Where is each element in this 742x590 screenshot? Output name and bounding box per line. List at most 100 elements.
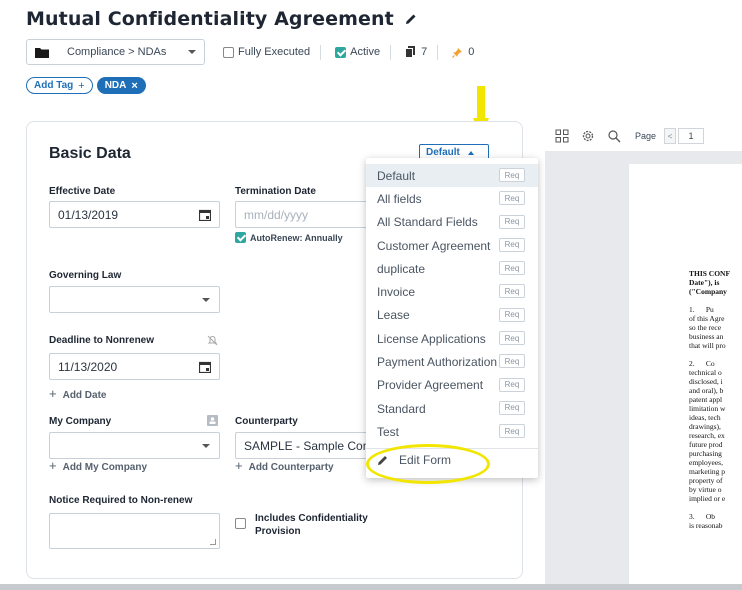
pin-icon	[452, 47, 463, 58]
form-option[interactable]: Provider Agreement Req	[366, 374, 538, 397]
effective-date-label: Effective Date	[49, 186, 116, 197]
form-option[interactable]: duplicate Req	[366, 257, 538, 280]
notice-textarea[interactable]	[49, 513, 220, 549]
termination-date-input[interactable]: mm/dd/yyyy	[235, 201, 375, 228]
autorenew-toggle[interactable]: AutoRenew: Annually	[235, 232, 343, 243]
confidentiality-toggle[interactable]: Includes Confidentiality Provision	[235, 512, 368, 538]
chevron-up-icon	[467, 150, 474, 155]
add-date-label: Add Date	[62, 390, 107, 401]
autorenew-checkbox[interactable]	[235, 232, 246, 243]
req-toggle[interactable]: Req	[499, 214, 525, 229]
document-line: research, ex	[689, 431, 725, 440]
add-my-company-button[interactable]: + Add My Company	[49, 458, 147, 473]
form-option[interactable]: Invoice Req	[366, 280, 538, 303]
document-line: property of	[689, 476, 723, 485]
document-line: purchasing	[689, 449, 722, 458]
deadline-value: 11/13/2020	[58, 359, 118, 374]
form-option[interactable]: Standard Req	[366, 397, 538, 420]
form-option[interactable]: License Applications Req	[366, 327, 538, 350]
deadline-label: Deadline to Nonrenew	[49, 335, 155, 346]
tag-label: NDA	[104, 80, 127, 91]
req-toggle[interactable]: Req	[499, 168, 525, 182]
fully-executed-toggle[interactable]: Fully Executed	[223, 46, 310, 58]
req-toggle[interactable]: Req	[499, 307, 525, 322]
deadline-input[interactable]: 11/13/2020	[49, 353, 220, 380]
effective-date-value: 01/13/2019	[58, 207, 119, 222]
form-option[interactable]: All Standard Fields Req	[366, 211, 538, 234]
attachments-count-value: 7	[421, 46, 428, 58]
add-tag-button[interactable]: Add Tag +	[26, 77, 93, 94]
document-line: ("Company	[689, 287, 727, 296]
plus-icon: +	[235, 458, 243, 473]
tag-chip[interactable]: NDA ×	[96, 77, 146, 94]
document-line: technical o	[689, 368, 722, 377]
pencil-icon[interactable]	[404, 12, 418, 26]
form-option[interactable]: Lease Req	[366, 304, 538, 327]
add-counterparty-button[interactable]: + Add Counterparty	[235, 458, 334, 473]
termination-date-label: Termination Date	[235, 186, 316, 197]
form-option[interactable]: Payment Authorization Req	[366, 350, 538, 373]
folder-select[interactable]: Compliance > NDAs	[26, 39, 205, 65]
req-toggle[interactable]: Req	[499, 354, 525, 369]
req-toggle[interactable]: Req	[499, 284, 525, 299]
document-line: Date"), is	[689, 278, 720, 287]
req-toggle[interactable]: Req	[499, 237, 525, 252]
meta-row: Compliance > NDAs Fully Executed Active …	[26, 39, 474, 65]
page-number-input[interactable]: 1	[678, 128, 705, 144]
my-company-select[interactable]	[49, 432, 220, 459]
document-line: is reasonab	[689, 521, 723, 530]
governing-law-select[interactable]	[49, 286, 220, 313]
resize-handle-icon[interactable]	[210, 539, 216, 545]
confidentiality-checkbox[interactable]	[235, 518, 246, 529]
active-toggle[interactable]: Active	[335, 46, 380, 58]
autorenew-label: AutoRenew: Annually	[250, 232, 343, 243]
folder-path: Compliance > NDAs	[67, 46, 167, 58]
page-label: Page	[635, 131, 657, 141]
form-option[interactable]: Default Req	[366, 164, 538, 188]
viewer-toolbar: Page < 1	[545, 121, 742, 151]
confidentiality-label-line1: Includes Confidentiality	[255, 513, 368, 524]
document-line: THIS CONF	[689, 269, 731, 278]
counterparty-input[interactable]: SAMPLE - Sample Company	[235, 432, 375, 459]
document-line: of this Agre	[689, 314, 725, 323]
req-toggle[interactable]: Req	[499, 424, 525, 439]
form-option[interactable]: Test Req	[366, 420, 538, 443]
counterparty-value: SAMPLE - Sample Company	[244, 438, 374, 453]
document-line: implied or e	[689, 494, 726, 503]
effective-date-input[interactable]: 01/13/2019	[49, 201, 220, 228]
fully-executed-checkbox[interactable]	[223, 46, 234, 58]
bell-off-icon[interactable]	[207, 335, 218, 346]
pins-count[interactable]: 0	[452, 46, 474, 58]
req-toggle[interactable]: Req	[499, 400, 525, 415]
calendar-icon[interactable]	[199, 361, 211, 373]
prev-page-button[interactable]: <	[664, 128, 677, 144]
document-line: 2. Co	[689, 359, 715, 368]
req-toggle[interactable]: Req	[499, 377, 525, 392]
add-date-button[interactable]: + Add Date	[49, 386, 107, 401]
add-tag-label: Add Tag	[34, 80, 74, 91]
req-toggle[interactable]: Req	[499, 331, 525, 346]
document-line: disclosed, i	[689, 377, 723, 386]
document-line: patent appl	[689, 395, 723, 404]
document-line: marketing p	[689, 467, 726, 476]
form-option[interactable]: Customer Agreement Req	[366, 234, 538, 257]
page-title: Mutual Confidentiality Agreement	[26, 8, 394, 30]
gear-icon[interactable]	[581, 129, 595, 143]
document-viewer[interactable]: THIS CONF Date"), is ("Company 1. Pu of this…	[545, 151, 742, 590]
contact-card-icon[interactable]	[207, 415, 218, 426]
close-icon[interactable]: ×	[131, 80, 137, 92]
attachments-count[interactable]: 7	[405, 46, 427, 58]
req-toggle[interactable]: Req	[499, 261, 525, 276]
req-toggle[interactable]: Req	[499, 191, 525, 206]
form-option-label: All Standard Fields	[377, 215, 478, 230]
form-option[interactable]: All fields Req	[366, 187, 538, 210]
counterparty-label: Counterparty	[235, 416, 298, 427]
search-icon[interactable]	[607, 129, 621, 143]
form-dropdown-menu: Default Req All fields Req All Standard Fi…	[366, 158, 538, 478]
grid-view-icon[interactable]	[555, 129, 569, 143]
active-checkbox[interactable]	[335, 46, 347, 58]
calendar-icon[interactable]	[199, 209, 211, 221]
plus-icon: +	[78, 79, 85, 92]
horizontal-scrollbar[interactable]	[0, 584, 742, 590]
